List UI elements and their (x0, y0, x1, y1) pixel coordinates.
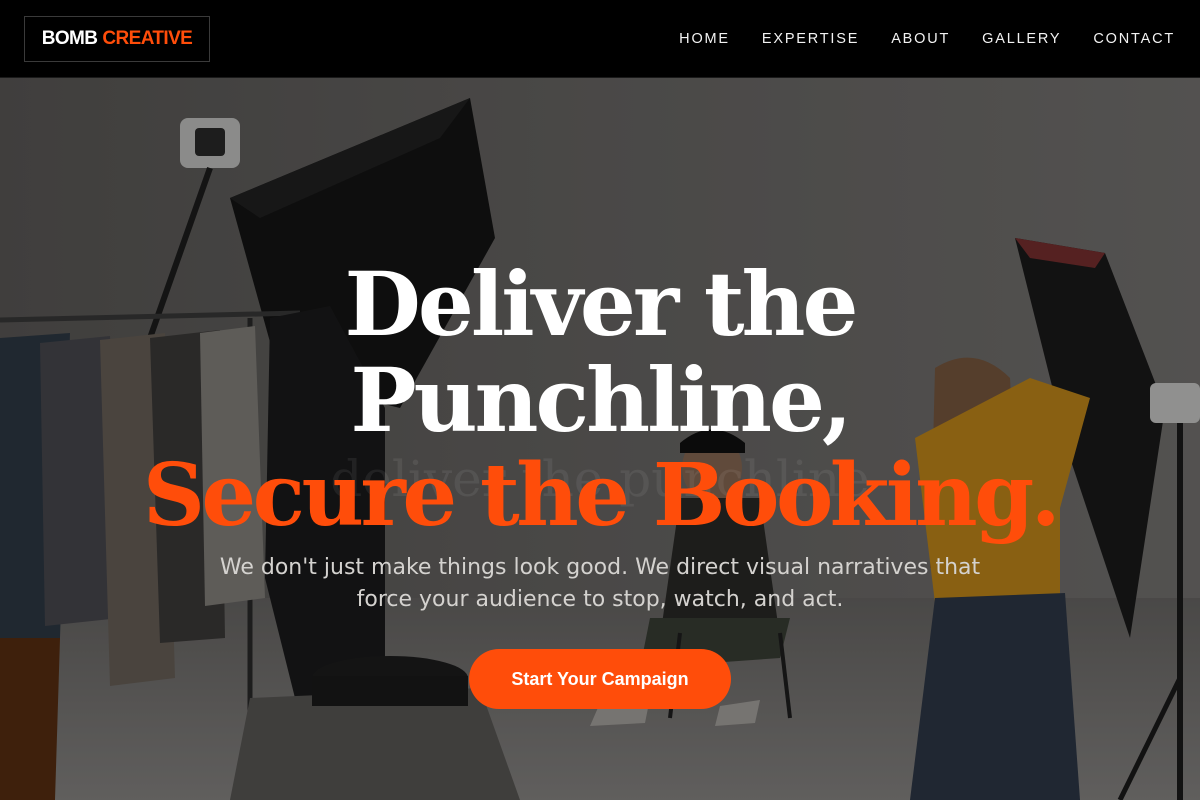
start-campaign-button[interactable]: Start Your Campaign (469, 649, 731, 709)
nav-link-about[interactable]: ABOUT (891, 31, 950, 47)
brand-logo[interactable]: BOMB CREATIVE (24, 16, 210, 62)
nav-link-expertise[interactable]: EXPERTISE (762, 31, 859, 47)
top-navbar: BOMB CREATIVE HOME EXPERTISE ABOUT GALLE… (0, 0, 1200, 78)
hero-headline: Deliver the Punchline, Secure the Bookin… (0, 256, 1200, 544)
logo-word-creative: CREATIVE (102, 28, 193, 49)
hero-subtitle: We don't just make things look good. We … (219, 555, 981, 612)
nav-link-contact[interactable]: CONTACT (1093, 31, 1175, 47)
hero-section: deliver the punchline Deliver the Punchl… (0, 78, 1200, 800)
logo-word-bomb: BOMB (41, 28, 98, 49)
headline-line-1: Deliver the (344, 252, 859, 356)
nav-link-gallery[interactable]: GALLERY (982, 31, 1061, 47)
headline-line-3-accent: Secure the Booking. (142, 445, 1061, 546)
headline-line-2: Punchline, (350, 348, 852, 452)
nav-link-home[interactable]: HOME (679, 31, 730, 47)
main-nav: HOME EXPERTISE ABOUT GALLERY CONTACT (647, 0, 1175, 78)
